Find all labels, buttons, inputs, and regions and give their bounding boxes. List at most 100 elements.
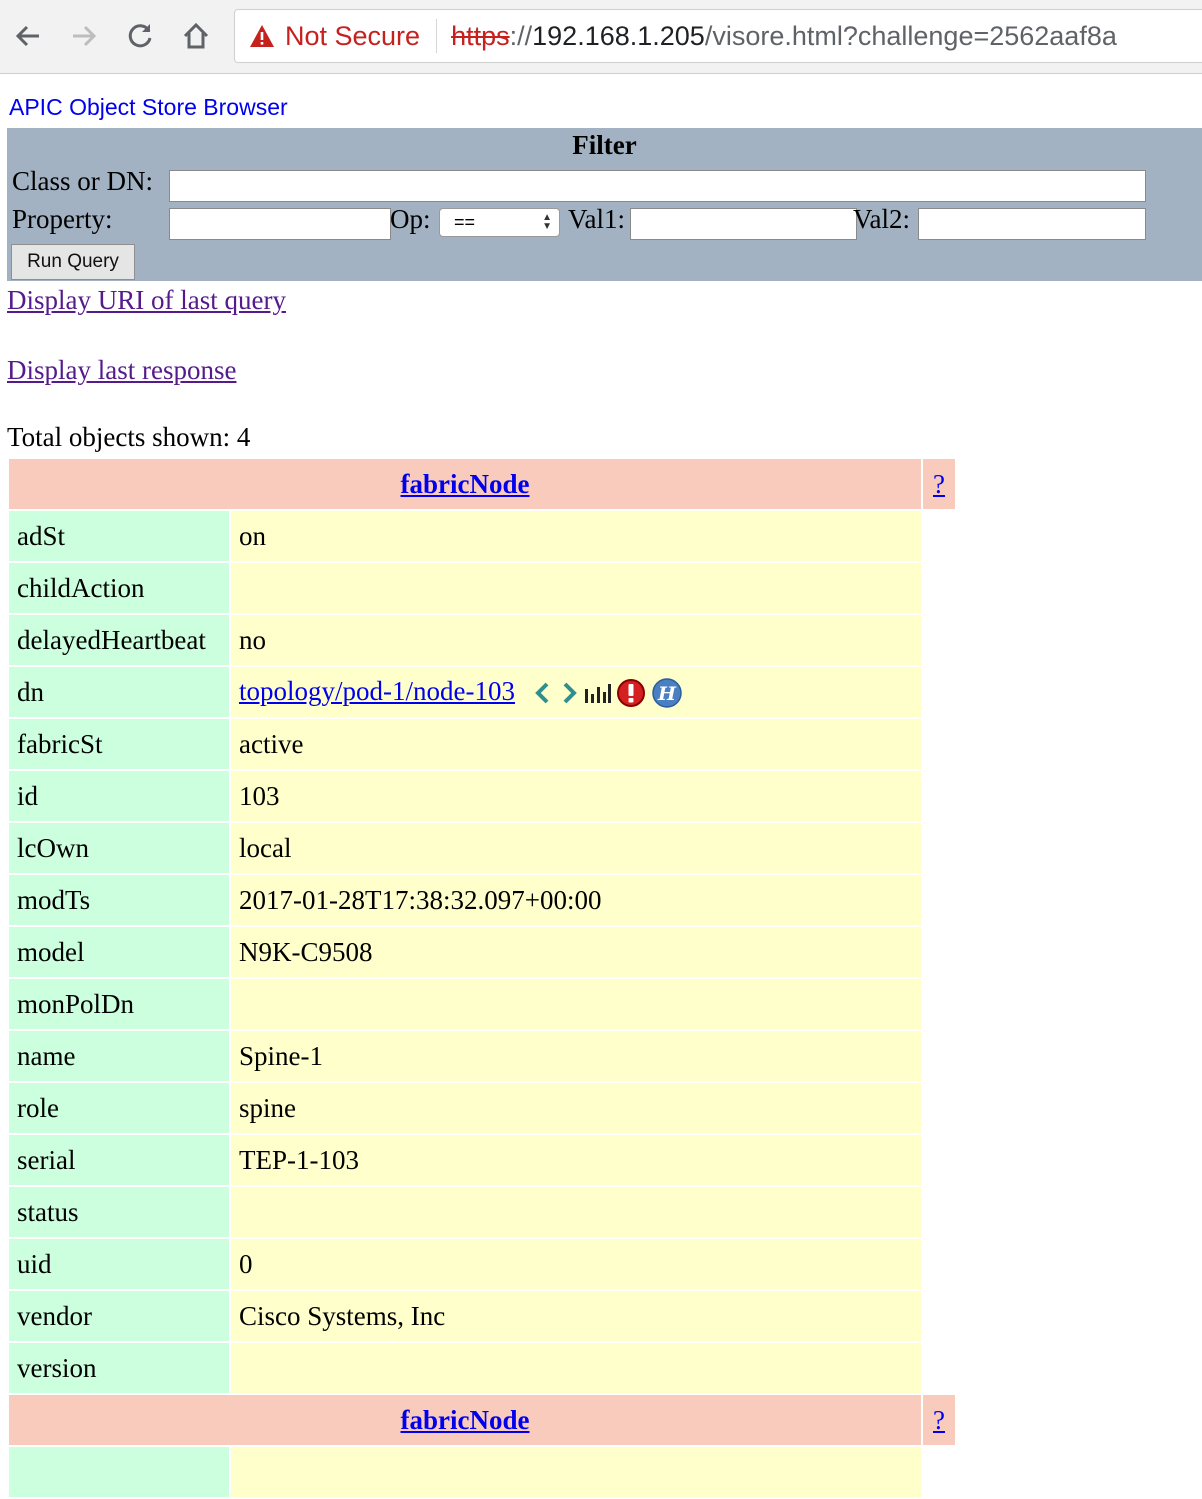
property-label: Property:: [12, 204, 113, 234]
url-path: /visore.html?challenge=2562aaf8a: [704, 20, 1117, 51]
property-value: Spine-1: [231, 1031, 921, 1081]
object-class-link[interactable]: fabricNode: [401, 469, 530, 499]
property-name: adSt: [9, 511, 229, 561]
class-or-dn-label: Class or DN:: [12, 166, 153, 196]
object-class-cell: fabricNode: [9, 1395, 921, 1445]
url-host: 192.168.1.205: [532, 20, 705, 51]
op-label: Op:: [390, 204, 431, 234]
property-value: Cisco Systems, Inc: [231, 1291, 921, 1341]
display-uri-link[interactable]: Display URI of last query: [7, 285, 286, 316]
object-header-row: fabricNode ?: [9, 459, 955, 509]
table-row: modTs 2017-01-28T17:38:32.097+00:00: [9, 875, 955, 925]
address-bar[interactable]: Not Secure https :// 192.168.1.205 /viso…: [234, 9, 1202, 63]
back-button[interactable]: [10, 18, 46, 54]
class-or-dn-input[interactable]: [169, 170, 1146, 202]
object-header-row: fabricNode ?: [9, 1395, 955, 1445]
property-name: childAction: [9, 563, 229, 613]
table-row: uid 0: [9, 1239, 955, 1289]
help-cell: ?: [923, 1395, 955, 1445]
table-row: name Spine-1: [9, 1031, 955, 1081]
home-button[interactable]: [178, 18, 214, 54]
select-arrows-icon: ▲ ▼: [542, 212, 552, 232]
url-scheme-separator: ://: [509, 20, 533, 51]
forward-button[interactable]: [66, 18, 102, 54]
property-value: TEP-1-103: [231, 1135, 921, 1185]
dn-action-icons: H: [532, 678, 684, 709]
property-name-partial: [9, 1447, 229, 1497]
property-name: version: [9, 1343, 229, 1393]
browser-toolbar: Not Secure https :// 192.168.1.205 /viso…: [0, 0, 1202, 74]
table-row: [9, 1447, 955, 1497]
table-row: vendor Cisco Systems, Inc: [9, 1291, 955, 1341]
property-name: fabricSt: [9, 719, 229, 769]
property-value: 2017-01-28T17:38:32.097+00:00: [231, 875, 921, 925]
object-class-cell: fabricNode: [9, 459, 921, 509]
svg-text:H: H: [657, 683, 677, 705]
warning-icon: [250, 25, 274, 47]
op-selected-value: ==: [454, 212, 476, 232]
val2-input[interactable]: [918, 208, 1146, 240]
health-icon[interactable]: H: [650, 678, 684, 709]
url-scheme: https: [451, 20, 510, 51]
table-row: model N9K-C9508: [9, 927, 955, 977]
security-label[interactable]: Not Secure: [285, 21, 420, 52]
val2-label: Val2:: [853, 204, 910, 234]
val1-input[interactable]: [630, 208, 857, 240]
run-query-button[interactable]: Run Query: [11, 244, 135, 280]
objects-table: fabricNode ? adSt on childAction delayedH…: [7, 457, 957, 1499]
table-row: version: [9, 1343, 955, 1393]
reload-button[interactable]: [122, 18, 158, 54]
property-value: active: [231, 719, 921, 769]
property-name: status: [9, 1187, 229, 1237]
property-value: local: [231, 823, 921, 873]
property-value: no: [231, 615, 921, 665]
property-value: on: [231, 511, 921, 561]
address-divider: [436, 19, 438, 53]
table-row: monPolDn: [9, 979, 955, 1029]
chevron-left-icon[interactable]: [532, 681, 554, 705]
property-value: [231, 979, 921, 1029]
property-value: 0: [231, 1239, 921, 1289]
property-input[interactable]: [169, 208, 391, 240]
table-row: role spine: [9, 1083, 955, 1133]
table-row: serial TEP-1-103: [9, 1135, 955, 1185]
table-row: dn topology/pod-1/node-103 H: [9, 667, 955, 717]
dn-link[interactable]: topology/pod-1/node-103: [239, 676, 515, 706]
display-response-link[interactable]: Display last response: [7, 355, 236, 386]
val1-label: Val1:: [568, 204, 625, 234]
faults-icon[interactable]: [616, 678, 646, 708]
property-value: [231, 1187, 921, 1237]
table-row: status: [9, 1187, 955, 1237]
filter-panel: Filter Class or DN: Property: Op: == ▲ ▼ …: [7, 128, 1202, 281]
property-value: N9K-C9508: [231, 927, 921, 977]
property-name: vendor: [9, 1291, 229, 1341]
property-value: [231, 563, 921, 613]
table-row: fabricSt active: [9, 719, 955, 769]
property-value: [231, 1343, 921, 1393]
property-name: modTs: [9, 875, 229, 925]
property-value: spine: [231, 1083, 921, 1133]
property-name: name: [9, 1031, 229, 1081]
table-row: id 103: [9, 771, 955, 821]
chevron-right-icon[interactable]: [558, 681, 580, 705]
object-class-link[interactable]: fabricNode: [401, 1405, 530, 1435]
help-link[interactable]: ?: [933, 469, 945, 499]
total-objects: Total objects shown: 4: [7, 422, 251, 452]
app-title[interactable]: APIC Object Store Browser: [9, 94, 288, 121]
op-select[interactable]: == ▲ ▼: [439, 208, 560, 237]
property-name: model: [9, 927, 229, 977]
property-name: id: [9, 771, 229, 821]
forward-arrow-icon: [73, 25, 97, 47]
property-name: serial: [9, 1135, 229, 1185]
property-name: monPolDn: [9, 979, 229, 1029]
help-link[interactable]: ?: [933, 1405, 945, 1435]
reload-icon: [128, 24, 152, 48]
home-icon: [183, 22, 209, 49]
dn-value-cell: topology/pod-1/node-103 H: [231, 667, 921, 717]
property-value: 103: [231, 771, 921, 821]
property-name: role: [9, 1083, 229, 1133]
stats-icon[interactable]: [584, 681, 612, 705]
filter-title: Filter: [572, 130, 637, 160]
table-row: childAction: [9, 563, 955, 613]
help-cell: ?: [923, 459, 955, 509]
